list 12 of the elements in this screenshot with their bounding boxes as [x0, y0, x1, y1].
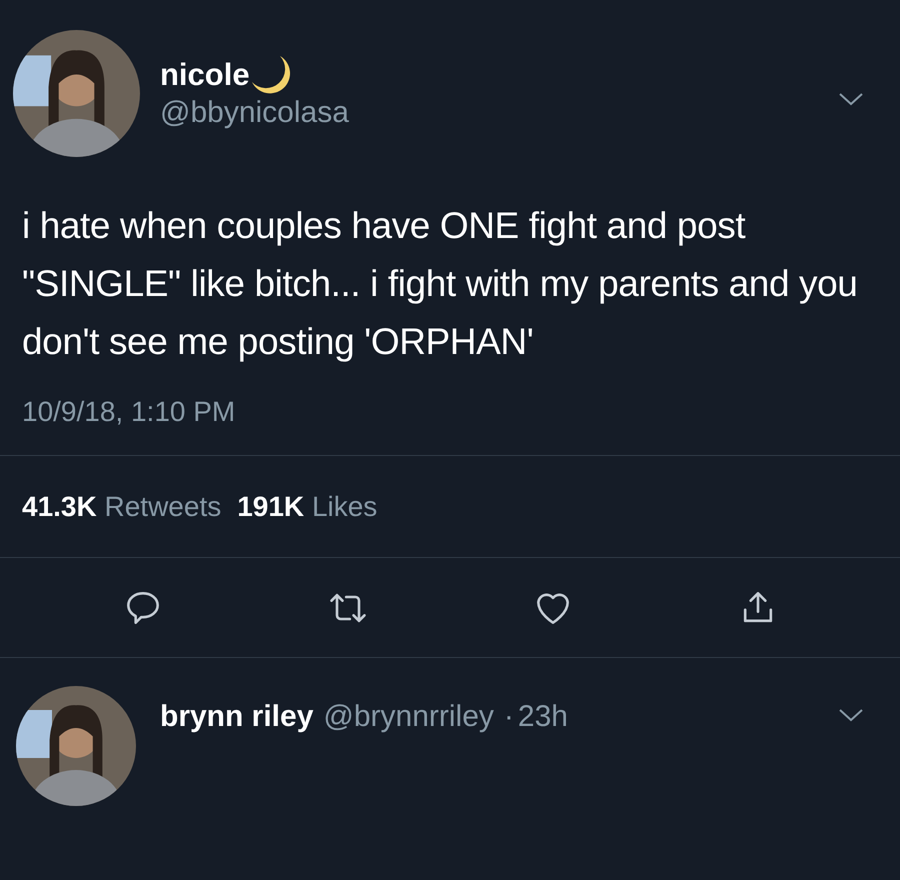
timestamp: 23h — [518, 699, 568, 735]
stat-count[interactable]: 191K Likes — [237, 486, 378, 528]
display-name: brynn riley — [160, 699, 314, 735]
separator: · — [504, 699, 514, 735]
chevron-down-icon[interactable] — [838, 92, 864, 106]
chevron-down-icon[interactable] — [838, 708, 864, 722]
stat-count[interactable]: 41.3K Retweets — [22, 486, 222, 528]
timestamp: 10/9/18, 1:10 PM — [21, 395, 236, 429]
username: @bbynicolasa — [160, 98, 349, 128]
tweet-text: i hate when couples have ONE fight and post "SINGLE" like bitch... i fight with my parents and you don't see me posting 'ORPHAN' — [21, 204, 858, 364]
display-name: nicole — [160, 58, 250, 90]
username: @brynnrriley — [323, 699, 494, 735]
